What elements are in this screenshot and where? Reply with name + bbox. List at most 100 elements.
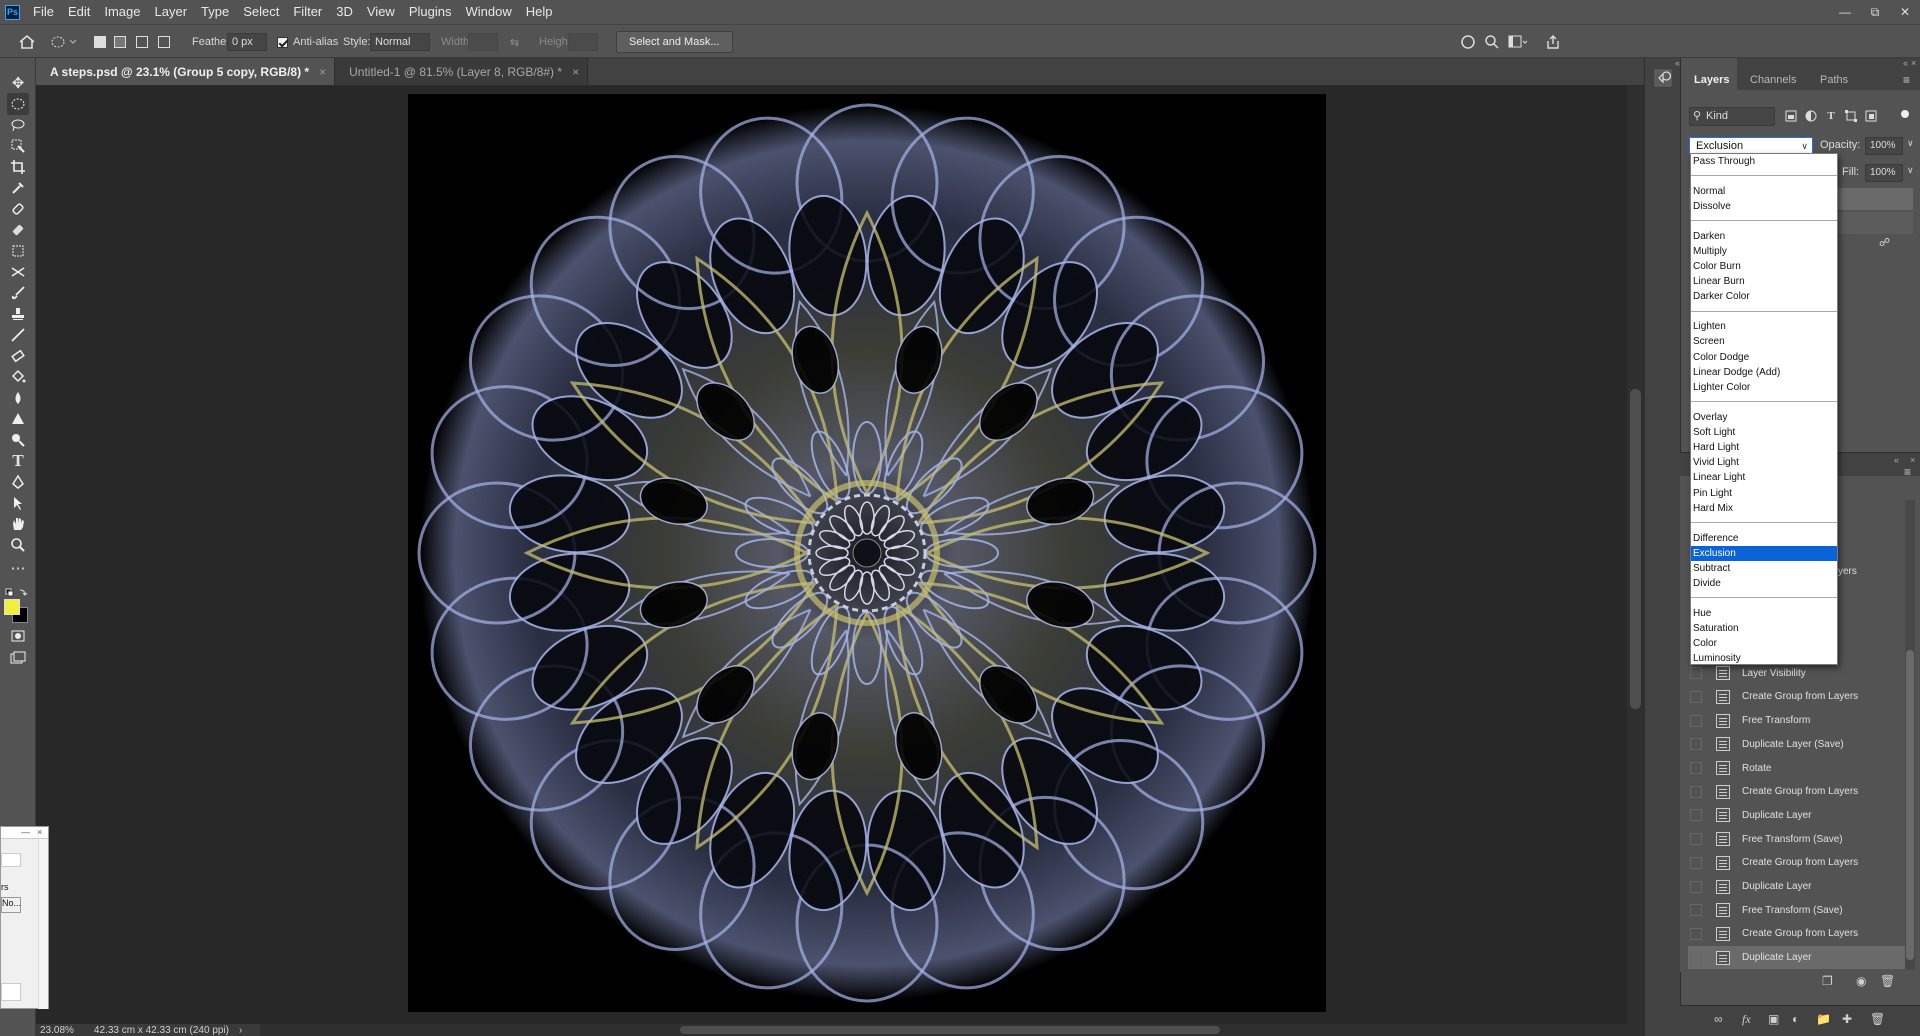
blend-option-luminosity[interactable]: Luminosity: [1691, 651, 1837, 666]
blend-option-dissolve[interactable]: Dissolve: [1691, 199, 1837, 214]
fill-input[interactable]: 100%: [1865, 164, 1903, 182]
close-icon[interactable]: ×: [572, 65, 579, 79]
blend-option-pass-through[interactable]: Pass Through: [1691, 154, 1837, 169]
history-item[interactable]: Duplicate Layer: [1688, 875, 1910, 898]
blend-option-exclusion[interactable]: Exclusion: [1691, 545, 1837, 561]
tab-steps-psd[interactable]: A steps.psd @ 23.1% (Group 5 copy, RGB/8…: [36, 58, 336, 85]
eyedropper-icon[interactable]: [7, 177, 29, 199]
scroll-thumb[interactable]: [680, 1026, 1220, 1034]
dialog-scrollbar[interactable]: [38, 839, 48, 1009]
tab-channels[interactable]: Channels: [1750, 74, 1796, 86]
history-item[interactable]: Free Transform: [1688, 709, 1910, 732]
history-checkbox[interactable]: [1690, 738, 1702, 751]
blend-option-linear-light[interactable]: Linear Light: [1691, 470, 1837, 485]
tab-untitled-1[interactable]: Untitled-1 @ 81.5% (Layer 8, RGB/8#) * ×: [335, 58, 589, 85]
history-checkbox[interactable]: [1690, 833, 1702, 846]
blend-option-lighter-color[interactable]: Lighter Color: [1691, 380, 1837, 395]
history-checkbox[interactable]: [1690, 785, 1702, 798]
history-item[interactable]: Free Transform (Save): [1688, 899, 1910, 922]
new-selection-icon[interactable]: [94, 25, 106, 59]
panel-menu-icon[interactable]: ≡: [1903, 73, 1910, 87]
collapse-icon[interactable]: «: [1644, 58, 1680, 68]
tab-paths[interactable]: Paths: [1820, 74, 1848, 86]
mask-icon[interactable]: ▣: [1768, 1012, 1779, 1026]
history-item[interactable]: Create Group from Layers: [1688, 922, 1910, 945]
blend-option-pin-light[interactable]: Pin Light: [1691, 486, 1837, 501]
add-selection-icon[interactable]: [114, 25, 126, 59]
minimize-button[interactable]: —: [1830, 0, 1860, 24]
screen-mode-icon[interactable]: [7, 647, 29, 669]
canvas-area[interactable]: [36, 86, 1644, 1024]
blend-option-subtract[interactable]: Subtract: [1691, 561, 1837, 576]
clone-stamp-icon[interactable]: [7, 303, 29, 325]
trash-icon[interactable]: 🗑: [1870, 1012, 1885, 1026]
chevron-down-icon[interactable]: ∨: [1907, 165, 1914, 176]
blend-option-color[interactable]: Color: [1691, 636, 1837, 651]
blend-option-divide[interactable]: Divide: [1691, 576, 1837, 591]
style-select[interactable]: Normal: [370, 33, 430, 51]
menu-layer[interactable]: Layer: [148, 0, 195, 24]
blend-option-color-burn[interactable]: Color Burn: [1691, 259, 1837, 274]
menu-type[interactable]: Type: [194, 0, 236, 24]
history-brush-icon[interactable]: [7, 261, 29, 283]
subtract-selection-icon[interactable]: [136, 25, 148, 59]
scroll-thumb[interactable]: [1630, 389, 1641, 709]
close-icon[interactable]: ×: [1910, 455, 1915, 465]
history-checkbox[interactable]: [1690, 690, 1702, 703]
blend-option-lighten[interactable]: Lighten: [1691, 319, 1837, 334]
menu-select[interactable]: Select: [236, 0, 286, 24]
history-checkbox[interactable]: [1690, 880, 1702, 893]
burn-icon[interactable]: [7, 429, 29, 451]
trash-icon[interactable]: 🗑: [1880, 974, 1895, 988]
horizontal-scrollbar[interactable]: [260, 1024, 1644, 1036]
history-item[interactable]: Create Group from Layers: [1688, 851, 1910, 874]
history-item[interactable]: Create Group from Layers: [1688, 780, 1910, 803]
blend-option-hue[interactable]: Hue: [1691, 606, 1837, 621]
crop-icon[interactable]: [7, 156, 29, 178]
menu-plugins[interactable]: Plugins: [402, 0, 459, 24]
new-layer-icon[interactable]: ✚: [1842, 1012, 1852, 1026]
history-checkbox[interactable]: [1690, 667, 1702, 680]
fx-icon[interactable]: fx: [1742, 1012, 1751, 1027]
intersect-selection-icon[interactable]: [158, 25, 170, 59]
tab-layers[interactable]: Layers: [1694, 74, 1729, 86]
blend-option-vivid-light[interactable]: Vivid Light: [1691, 455, 1837, 470]
cloud-docs-icon[interactable]: [1460, 25, 1476, 59]
history-checkbox[interactable]: [1690, 762, 1702, 774]
quick-mask-icon[interactable]: [7, 625, 29, 647]
menu-window[interactable]: Window: [458, 0, 518, 24]
history-item[interactable]: Duplicate Layer: [1688, 804, 1910, 827]
object-selection-icon[interactable]: [7, 135, 29, 157]
hand-icon[interactable]: [7, 513, 29, 535]
blend-option-linear-burn[interactable]: Linear Burn: [1691, 274, 1837, 289]
menu-filter[interactable]: Filter: [286, 0, 329, 24]
document-canvas[interactable]: [408, 94, 1326, 1012]
smart-object-filter-icon[interactable]: [1863, 108, 1879, 124]
opacity-input[interactable]: 100%: [1865, 137, 1903, 155]
history-checkbox[interactable]: [1690, 856, 1702, 869]
dialog-field[interactable]: [1, 853, 21, 867]
blur-icon[interactable]: [7, 387, 29, 409]
pattern-stamp-icon[interactable]: [7, 240, 29, 262]
menu-file[interactable]: File: [26, 0, 61, 24]
minimize-icon[interactable]: —: [21, 827, 30, 837]
foreground-color-swatch[interactable]: [4, 599, 20, 615]
new-document-icon[interactable]: ❐: [1822, 974, 1833, 988]
history-item[interactable]: Free Transform (Save): [1688, 828, 1910, 851]
collapse-icon[interactable]: «: [1903, 58, 1908, 68]
camera-icon[interactable]: ◉: [1856, 974, 1866, 988]
blend-option-multiply[interactable]: Multiply: [1691, 244, 1837, 259]
ellipse-marquee-icon[interactable]: [50, 25, 78, 59]
blend-option-linear-dodge-add[interactable]: Linear Dodge (Add): [1691, 365, 1837, 380]
pen-icon[interactable]: [7, 471, 29, 493]
vertical-scrollbar[interactable]: [1627, 86, 1644, 1024]
history-checkbox[interactable]: [1690, 809, 1702, 822]
status-arrow-icon[interactable]: ›: [239, 1025, 242, 1036]
history-checkbox[interactable]: [1690, 714, 1702, 727]
move-icon[interactable]: ✥: [7, 72, 29, 94]
menu-3d[interactable]: 3D: [329, 0, 360, 24]
art-history-brush-icon[interactable]: [7, 324, 29, 346]
select-and-mask-button[interactable]: Select and Mask...: [616, 31, 733, 53]
feather-input[interactable]: 0 px: [227, 33, 267, 51]
history-checkbox[interactable]: [1690, 927, 1702, 940]
